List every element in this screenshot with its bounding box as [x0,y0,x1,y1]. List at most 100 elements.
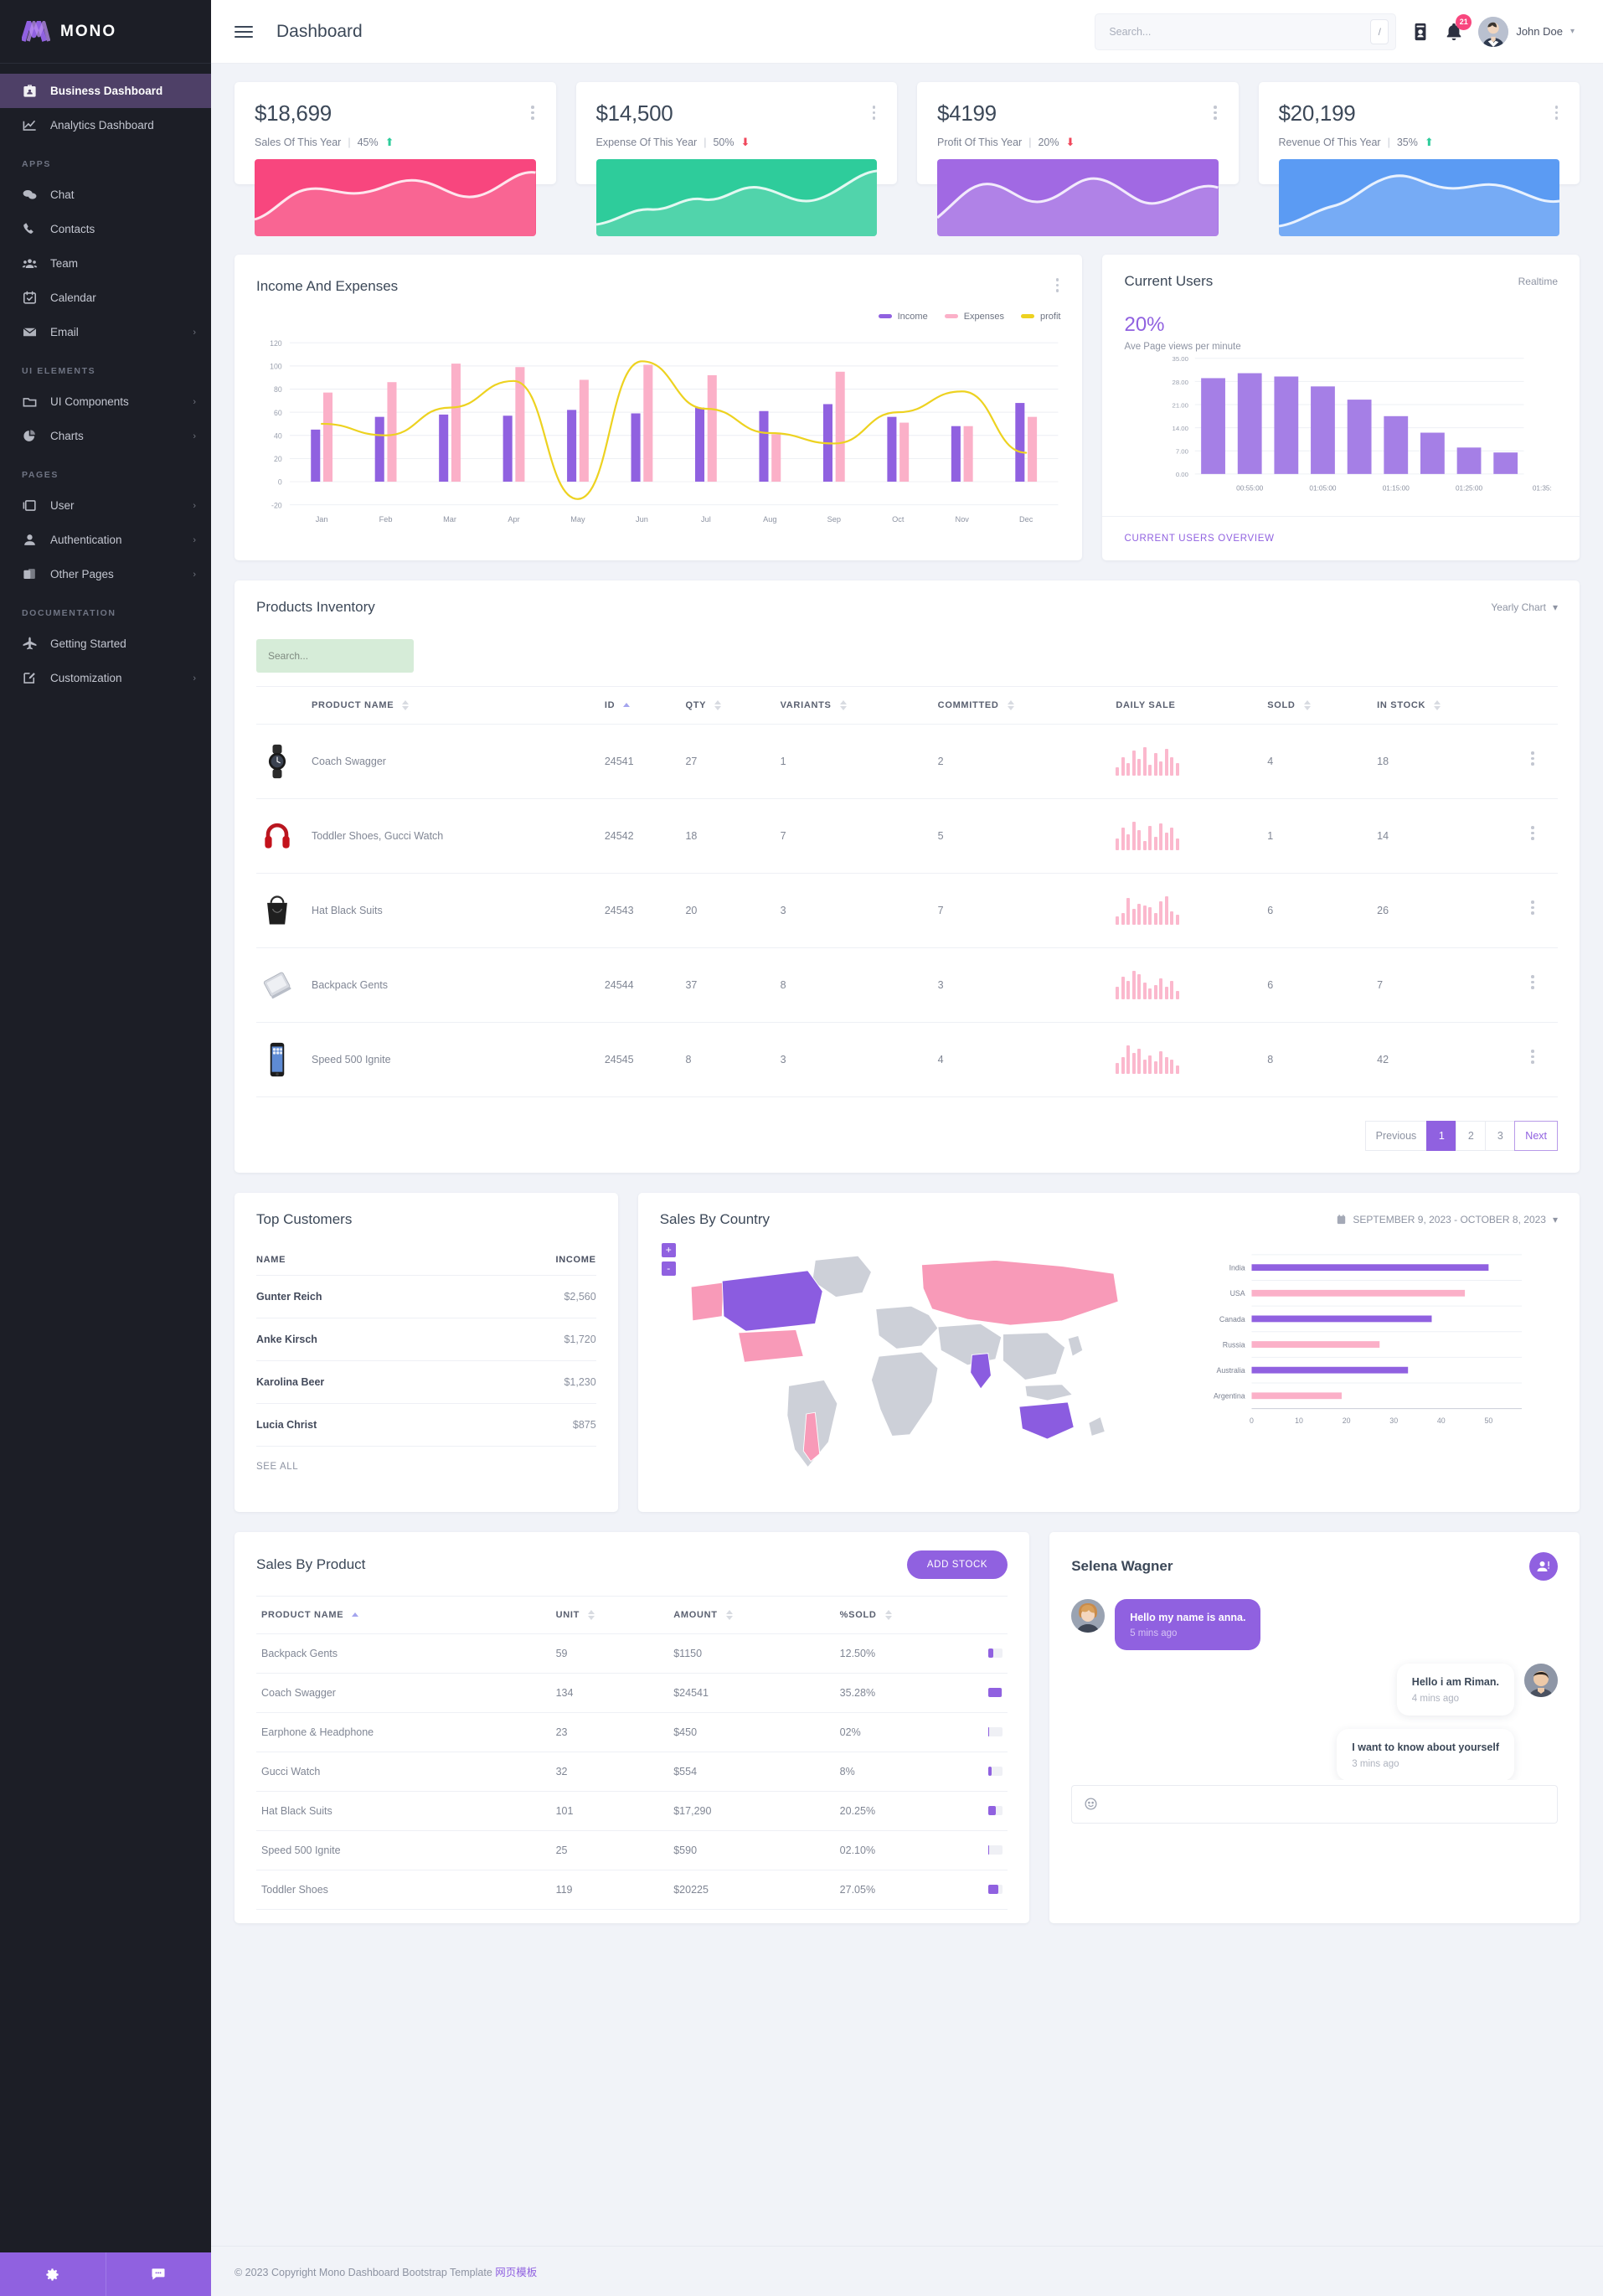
stat-card-menu-icon[interactable] [1212,101,1219,127]
column-header-qty[interactable]: QTY [680,685,776,725]
pagination-page-2[interactable]: 2 [1456,1120,1487,1151]
search-input[interactable] [1109,25,1371,38]
svg-text:0.00: 0.00 [1176,471,1189,478]
table-row[interactable]: Speed 500 Ignite 24545 8 3 4 8 42 [256,1022,1558,1097]
map-zoom-in-button[interactable]: + [661,1242,676,1257]
column-header-variants[interactable]: VARIANTS [775,685,933,725]
legend-swatch [944,314,958,318]
pagination-page-1[interactable]: 1 [1426,1120,1457,1151]
map-zoom-out-button[interactable]: - [661,1261,676,1276]
see-all-link[interactable]: SEE ALL [235,1447,618,1472]
pagination-next[interactable]: Next [1514,1120,1558,1151]
add-person-button[interactable] [1529,1551,1558,1581]
table-row[interactable]: Gucci Watch 32 $554 8% [256,1752,1008,1792]
table-row[interactable]: Toddler Shoes 119 $20225 27.05% [256,1870,1008,1910]
user-menu[interactable]: John Doe ▾ [1478,16,1575,47]
column-header-product-name[interactable]: PRODUCT NAME [256,1595,551,1634]
sort-icon[interactable] [588,1609,595,1620]
stat-card-menu-icon[interactable] [529,101,536,127]
inventory-filter-dropdown[interactable]: Yearly Chart ▾ [1491,601,1558,613]
sort-icon[interactable] [1303,699,1311,710]
global-search[interactable]: / [1095,13,1397,50]
list-item[interactable]: Karolina Beer $1,230 [256,1360,596,1404]
table-row[interactable]: Backpack Gents 59 $1150 12.50% [256,1633,1008,1674]
column-header-product-name[interactable]: PRODUCT NAME [307,685,600,725]
chat-message-input[interactable] [1106,1798,1545,1810]
sort-icon[interactable] [714,699,722,710]
row-menu-icon[interactable] [1529,899,1536,919]
customer-income: $875 [469,1403,596,1447]
stat-card-menu-icon[interactable] [1554,101,1560,127]
notifications-button[interactable]: 21 [1445,13,1472,42]
inventory-search-input[interactable] [256,638,414,673]
column-header-id[interactable]: ID [599,685,681,725]
add-stock-button[interactable]: ADD STOCK [906,1550,1008,1579]
sort-icon[interactable] [1007,699,1014,710]
list-item[interactable]: Lucia Christ $875 [256,1403,596,1447]
chat-button[interactable] [106,2252,211,2296]
list-item[interactable]: Anke Kirsch $1,720 [256,1318,596,1361]
world-map[interactable]: + - [655,1237,1159,1494]
legend-item[interactable]: profit [1021,312,1060,322]
table-row[interactable]: Hat Black Suits 101 $17,290 20.25% [256,1791,1008,1831]
table-row[interactable]: Toddler Shoes, Gucci Watch 24542 18 7 5 … [256,798,1558,874]
income-card-menu-icon[interactable] [1054,273,1061,300]
sidebar-item-other-pages[interactable]: Other Pages › [0,557,211,591]
table-row[interactable]: Earphone & Headphone 23 $450 02% [256,1712,1008,1752]
date-range-picker[interactable]: SEPTEMBER 9, 2023 - OCTOBER 8, 2023 ▾ [1337,1214,1558,1225]
sidebar-item-ui-components[interactable]: UI Components › [0,384,211,419]
row-menu-icon[interactable] [1529,973,1536,993]
legend-item[interactable]: Expenses [944,312,1004,322]
sidebar-item-authentication[interactable]: Authentication › [0,523,211,557]
sidebar-item-charts[interactable]: Charts › [0,419,211,453]
sidebar-item-customization[interactable]: Customization › [0,661,211,695]
sidebar-item-calendar[interactable]: Calendar [0,281,211,315]
table-row[interactable]: Coach Swagger 24541 27 1 2 4 18 [256,724,1558,799]
column-header-amount[interactable]: AMOUNT [668,1595,835,1634]
sort-icon[interactable] [725,1609,733,1620]
contacts-button[interactable] [1411,22,1430,42]
row-menu-icon[interactable] [1529,1048,1536,1068]
legend-item[interactable]: Income [878,312,928,322]
sort-icon[interactable] [402,699,410,710]
sort-icon[interactable] [839,699,847,710]
column-header-income[interactable]: INCOME [469,1246,596,1276]
sidebar-item-analytics-dashboard[interactable]: Analytics Dashboard [0,108,211,142]
table-row[interactable]: Speed 500 Ignite 25 $590 02.10% [256,1830,1008,1870]
column-header--sold[interactable]: %SOLD [834,1595,984,1634]
sort-icon[interactable] [352,1612,359,1617]
table-row[interactable]: Coach Swagger 134 $24541 35.28% [256,1673,1008,1713]
brand[interactable]: MONO [0,0,211,64]
sidebar-item-team[interactable]: Team [0,246,211,281]
column-header-name[interactable]: NAME [256,1246,470,1276]
sidebar-item-email[interactable]: Email › [0,315,211,349]
chat-input-row[interactable] [1071,1784,1558,1824]
pagination-previous[interactable]: Previous [1364,1120,1428,1151]
settings-button[interactable] [0,2252,106,2296]
column-header-daily-sale[interactable]: DAILY SALE [1111,685,1263,725]
sidebar-item-getting-started[interactable]: Getting Started [0,627,211,661]
column-header-sold[interactable]: SOLD [1262,685,1373,725]
table-row[interactable]: Hat Black Suits 24543 20 3 7 6 26 [256,873,1558,948]
column-header-unit[interactable]: UNIT [550,1595,669,1634]
smiley-icon[interactable] [1084,1797,1098,1811]
column-header-committed[interactable]: COMMITTED [932,685,1111,725]
sidebar-item-user[interactable]: User › [0,488,211,523]
stat-card-menu-icon[interactable] [871,101,878,127]
list-item[interactable]: Gunter Reich $2,560 [256,1275,596,1318]
sidebar-item-contacts[interactable]: Contacts [0,212,211,246]
column-header-in-stock[interactable]: IN STOCK [1372,685,1524,725]
footer-cn-link[interactable]: 网页模板 [495,2267,537,2278]
sidebar-item-business-dashboard[interactable]: Business Dashboard [0,74,211,108]
current-users-overview-link[interactable]: CURRENT USERS OVERVIEW [1102,515,1580,560]
sidebar-item-label: Analytics Dashboard [50,119,154,132]
table-row[interactable]: Backpack Gents 24544 37 8 3 6 7 [256,947,1558,1023]
row-menu-icon[interactable] [1529,750,1536,770]
sort-icon[interactable] [884,1609,892,1620]
row-menu-icon[interactable] [1529,824,1536,844]
sidebar-item-chat[interactable]: Chat [0,178,211,212]
pagination-page-3[interactable]: 3 [1485,1120,1516,1151]
hamburger-menu-icon[interactable] [235,23,253,41]
sort-icon[interactable] [623,703,631,707]
sort-icon[interactable] [1434,699,1441,710]
